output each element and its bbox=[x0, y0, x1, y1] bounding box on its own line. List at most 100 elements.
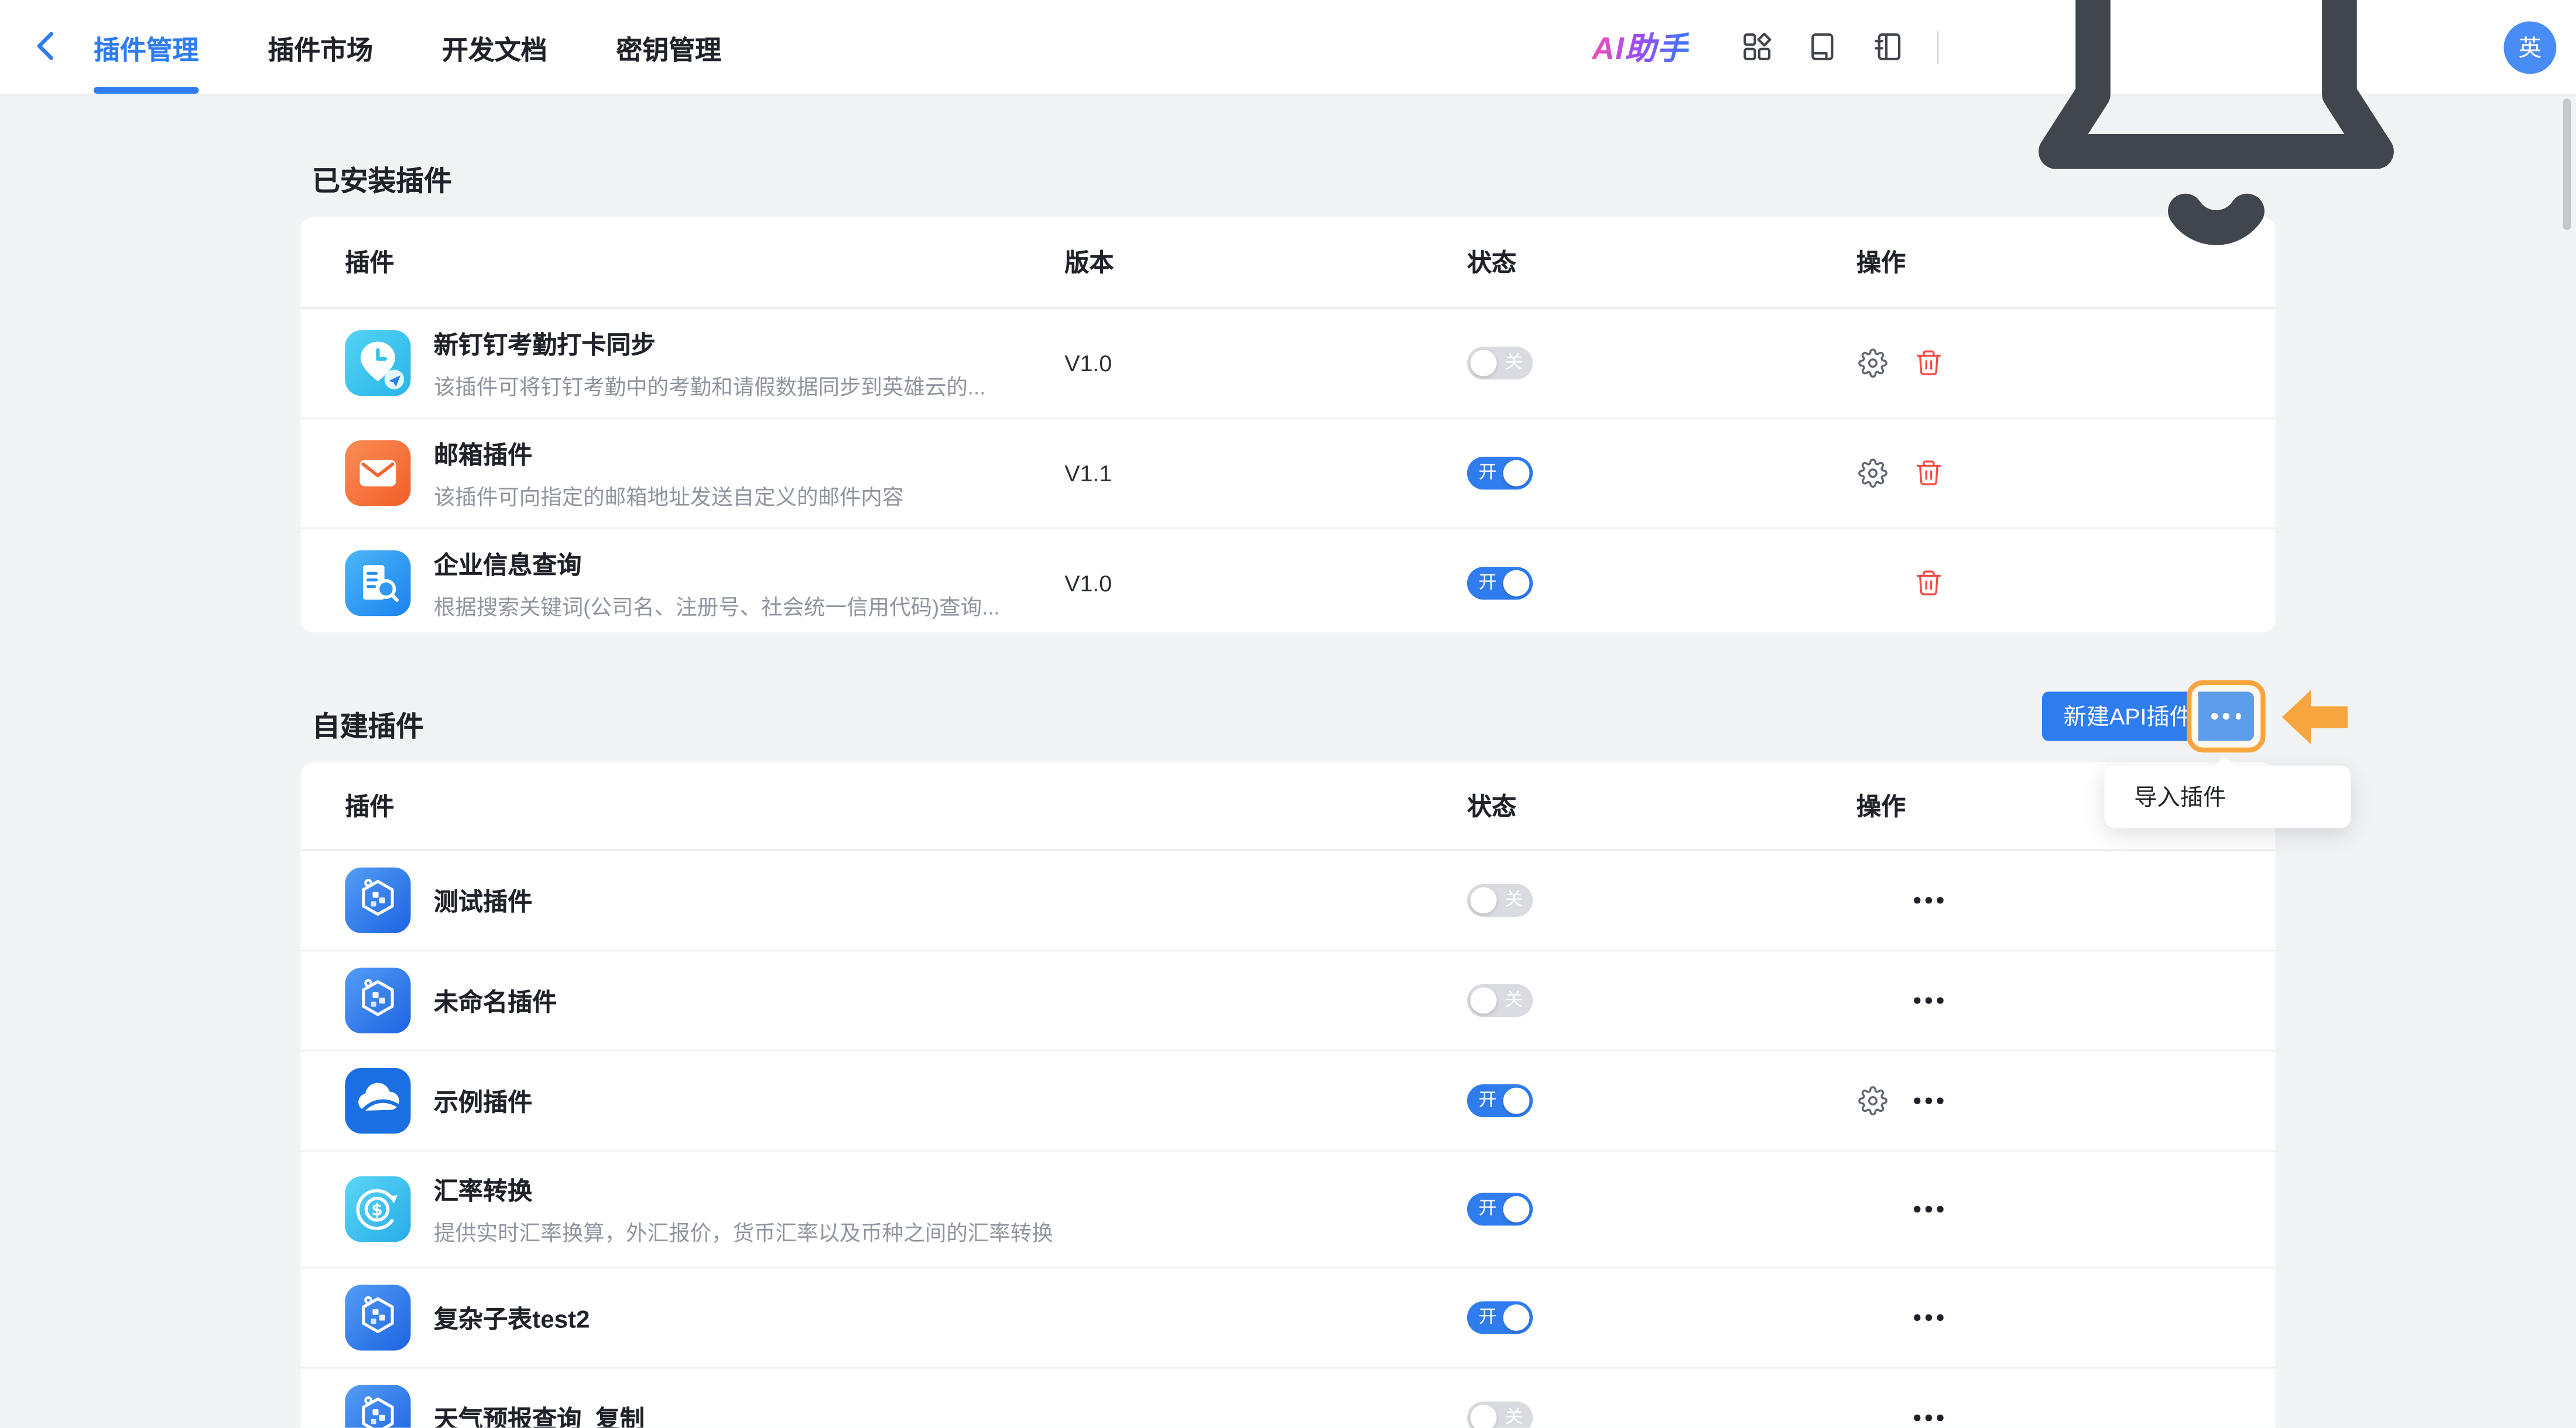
plugin-name-cell: 邮箱插件该插件可向指定的邮箱地址发送自定义的邮件内容 bbox=[345, 436, 1064, 510]
status-toggle[interactable]: 关 bbox=[1467, 347, 1533, 380]
plugin-actions-cell bbox=[1856, 569, 2231, 598]
plugin-version-cell: V1.1 bbox=[1064, 460, 1467, 487]
plugin-name-cell: 企业信息查询 根据搜索关键词(公司名、注册号、社会统一信用代码)查询... bbox=[345, 546, 1064, 620]
plugin-actions-cell bbox=[1856, 1314, 2231, 1321]
status-toggle[interactable]: 开 bbox=[1467, 1193, 1533, 1226]
installed-plugins-title: 已安装插件 bbox=[312, 166, 452, 197]
settings-icon[interactable] bbox=[1858, 458, 1888, 488]
plugin-name: 企业信息查询 bbox=[433, 551, 582, 580]
plugin-status-cell: 关 bbox=[1467, 347, 1856, 380]
toggle-label: 关 bbox=[1505, 991, 1523, 1011]
plugin-tag-icon bbox=[345, 967, 411, 1034]
status-toggle[interactable]: 开 bbox=[1467, 567, 1533, 600]
plugin-name-cell: 复杂子表test2 bbox=[345, 1285, 1467, 1351]
status-toggle[interactable]: 开 bbox=[1467, 1301, 1533, 1334]
plugin-status-cell: 关 bbox=[1467, 883, 1856, 917]
topbar-tabs: 插件管理 插件市场 开发文档 密钥管理 bbox=[93, 0, 721, 94]
toggle-knob bbox=[1503, 1087, 1530, 1114]
more-actions-icon[interactable] bbox=[1911, 1206, 1947, 1213]
plugin-name: 邮箱插件 bbox=[433, 441, 533, 470]
action-slot bbox=[1912, 348, 1945, 378]
plugin-name-cell: $ 汇率转换 提供实时汇率换算，外汇报价，货币汇率以及币种之间的汇率转换 bbox=[345, 1172, 1467, 1246]
plugin-status-cell: 关 bbox=[1467, 1401, 1856, 1428]
plugin-name-cell: 示例插件 bbox=[345, 1067, 1467, 1134]
docs-book-icon[interactable] bbox=[1806, 30, 1840, 64]
toggle-knob bbox=[1470, 1405, 1497, 1428]
plugin-name-cell: 天气预报查询_复制 bbox=[345, 1385, 1467, 1428]
notebook-panel-icon[interactable] bbox=[1871, 30, 1906, 64]
table-row: 测试插件 关 bbox=[301, 851, 2276, 950]
custom-plugins-title: 自建插件 bbox=[312, 711, 424, 743]
table-row: 新钉钉考勤打卡同步 该插件可将钉钉考勤中的考勤和请假数据同步到英雄云的... V1.… bbox=[301, 309, 2276, 417]
status-toggle[interactable]: 开 bbox=[1467, 1084, 1533, 1118]
top-navigation-bar: 插件管理插件市场开发文档密钥管理 AI助手 13 英 bbox=[0, 0, 2576, 245]
user-avatar[interactable]: 英 bbox=[2503, 20, 2557, 73]
vertical-divider bbox=[1937, 30, 1939, 64]
plugin-meta: 未命名插件 bbox=[434, 983, 557, 1018]
more-actions-icon[interactable] bbox=[1911, 897, 1947, 903]
toggle-label: 关 bbox=[1505, 890, 1523, 910]
settings-icon[interactable] bbox=[1858, 1086, 1888, 1116]
company-search-icon bbox=[345, 550, 411, 617]
table-row: 示例插件 开 bbox=[300, 1050, 2276, 1150]
more-actions-icon[interactable] bbox=[1911, 1098, 1947, 1104]
plugin-management-page: 插件管理插件市场开发文档密钥管理 AI助手 13 英 已安 bbox=[0, 0, 2576, 1428]
notification-bell[interactable]: 13 bbox=[1970, 0, 2463, 297]
back-icon[interactable] bbox=[28, 28, 64, 64]
plugin-meta: 邮箱插件该插件可向指定的邮箱地址发送自定义的邮件内容 bbox=[434, 436, 904, 510]
action-slot bbox=[1856, 348, 1889, 378]
delete-icon[interactable] bbox=[1914, 348, 1944, 378]
custom-plugins-table: 插件 状态 操作 测试插件关未命名插件关示例插件开 $ 汇率转换 提供实时汇率换算，外… bbox=[300, 762, 2276, 1428]
plugin-description: 该插件可向指定的邮箱地址发送自定义的邮件内容 bbox=[433, 484, 904, 509]
table-row: 未命名插件 关 bbox=[300, 949, 2276, 1050]
toggle-knob bbox=[1470, 350, 1497, 376]
plugin-description: 该插件可将钉钉考勤中的考勤和请假数据同步到英雄云的... bbox=[433, 374, 986, 399]
action-slot bbox=[1856, 1086, 1889, 1116]
topbar-tab[interactable]: 插件市场 bbox=[268, 0, 373, 94]
action-slot bbox=[1911, 897, 1947, 903]
more-actions-icon[interactable] bbox=[1911, 997, 1947, 1004]
scrollbar-thumb[interactable] bbox=[2563, 98, 2571, 230]
plugin-meta: 汇率转换提供实时汇率换算，外汇报价，货币汇率以及币种之间的汇率转换 bbox=[434, 1172, 1053, 1246]
plugin-description: 提供实时汇率换算，外汇报价，货币汇率以及币种之间的汇率转换 bbox=[433, 1220, 1053, 1245]
delete-icon[interactable] bbox=[1914, 569, 1944, 598]
ai-assistant-button[interactable]: AI助手 bbox=[1592, 25, 1689, 69]
apps-grid-icon[interactable] bbox=[1740, 30, 1775, 64]
toggle-knob bbox=[1503, 1304, 1530, 1331]
plugin-tag-icon bbox=[345, 1385, 411, 1428]
plugin-meta: 天气预报查询_复制 bbox=[434, 1400, 645, 1428]
toggle-knob bbox=[1503, 460, 1530, 487]
plugin-meta: 新钉钉考勤打卡同步 该插件可将钉钉考勤中的考勤和请假数据同步到英雄云的... bbox=[434, 326, 985, 400]
topbar-tab[interactable]: 密钥管理 bbox=[616, 0, 721, 94]
column-header-version: 版本 bbox=[1064, 249, 1114, 278]
more-actions-button[interactable] bbox=[2198, 691, 2254, 741]
action-slot bbox=[1912, 458, 1945, 488]
plugin-name-cell: 测试插件 bbox=[345, 867, 1467, 933]
topbar-tab[interactable]: 开发文档 bbox=[442, 0, 547, 94]
plugin-version: V1.0 bbox=[1064, 570, 1112, 597]
status-toggle[interactable]: 关 bbox=[1467, 883, 1533, 917]
settings-icon[interactable] bbox=[1858, 348, 1888, 378]
plugin-status-cell: 开 bbox=[1467, 567, 1856, 600]
more-actions-icon[interactable] bbox=[1911, 1314, 1947, 1321]
plugin-name: 汇率转换 bbox=[433, 1177, 533, 1206]
status-toggle[interactable]: 开 bbox=[1467, 457, 1533, 490]
toggle-label: 开 bbox=[1478, 1199, 1497, 1220]
bell-icon[interactable] bbox=[1970, 0, 2463, 296]
more-actions-dropdown: 导入插件 bbox=[2104, 755, 2351, 828]
annotation-highlight-ring bbox=[2186, 680, 2266, 753]
plugin-actions-cell bbox=[1856, 1415, 2231, 1421]
action-slot bbox=[1911, 1314, 1947, 1321]
plugin-version-cell: V1.0 bbox=[1064, 570, 1467, 597]
more-actions-icon[interactable] bbox=[1911, 1415, 1947, 1421]
delete-icon[interactable] bbox=[1914, 458, 1944, 488]
plugin-status-cell: 开 bbox=[1467, 1193, 1856, 1226]
column-header-plugin: 插件 bbox=[345, 249, 395, 278]
status-toggle[interactable]: 关 bbox=[1467, 984, 1533, 1017]
status-toggle[interactable]: 关 bbox=[1467, 1401, 1533, 1428]
plugin-actions-cell bbox=[1856, 1206, 2231, 1213]
plugin-name-cell: 新钉钉考勤打卡同步 该插件可将钉钉考勤中的考勤和请假数据同步到英雄云的... bbox=[345, 326, 1064, 400]
toggle-label: 关 bbox=[1505, 353, 1523, 373]
topbar-tab[interactable]: 插件管理 bbox=[93, 0, 199, 94]
action-slot bbox=[1911, 1206, 1947, 1213]
